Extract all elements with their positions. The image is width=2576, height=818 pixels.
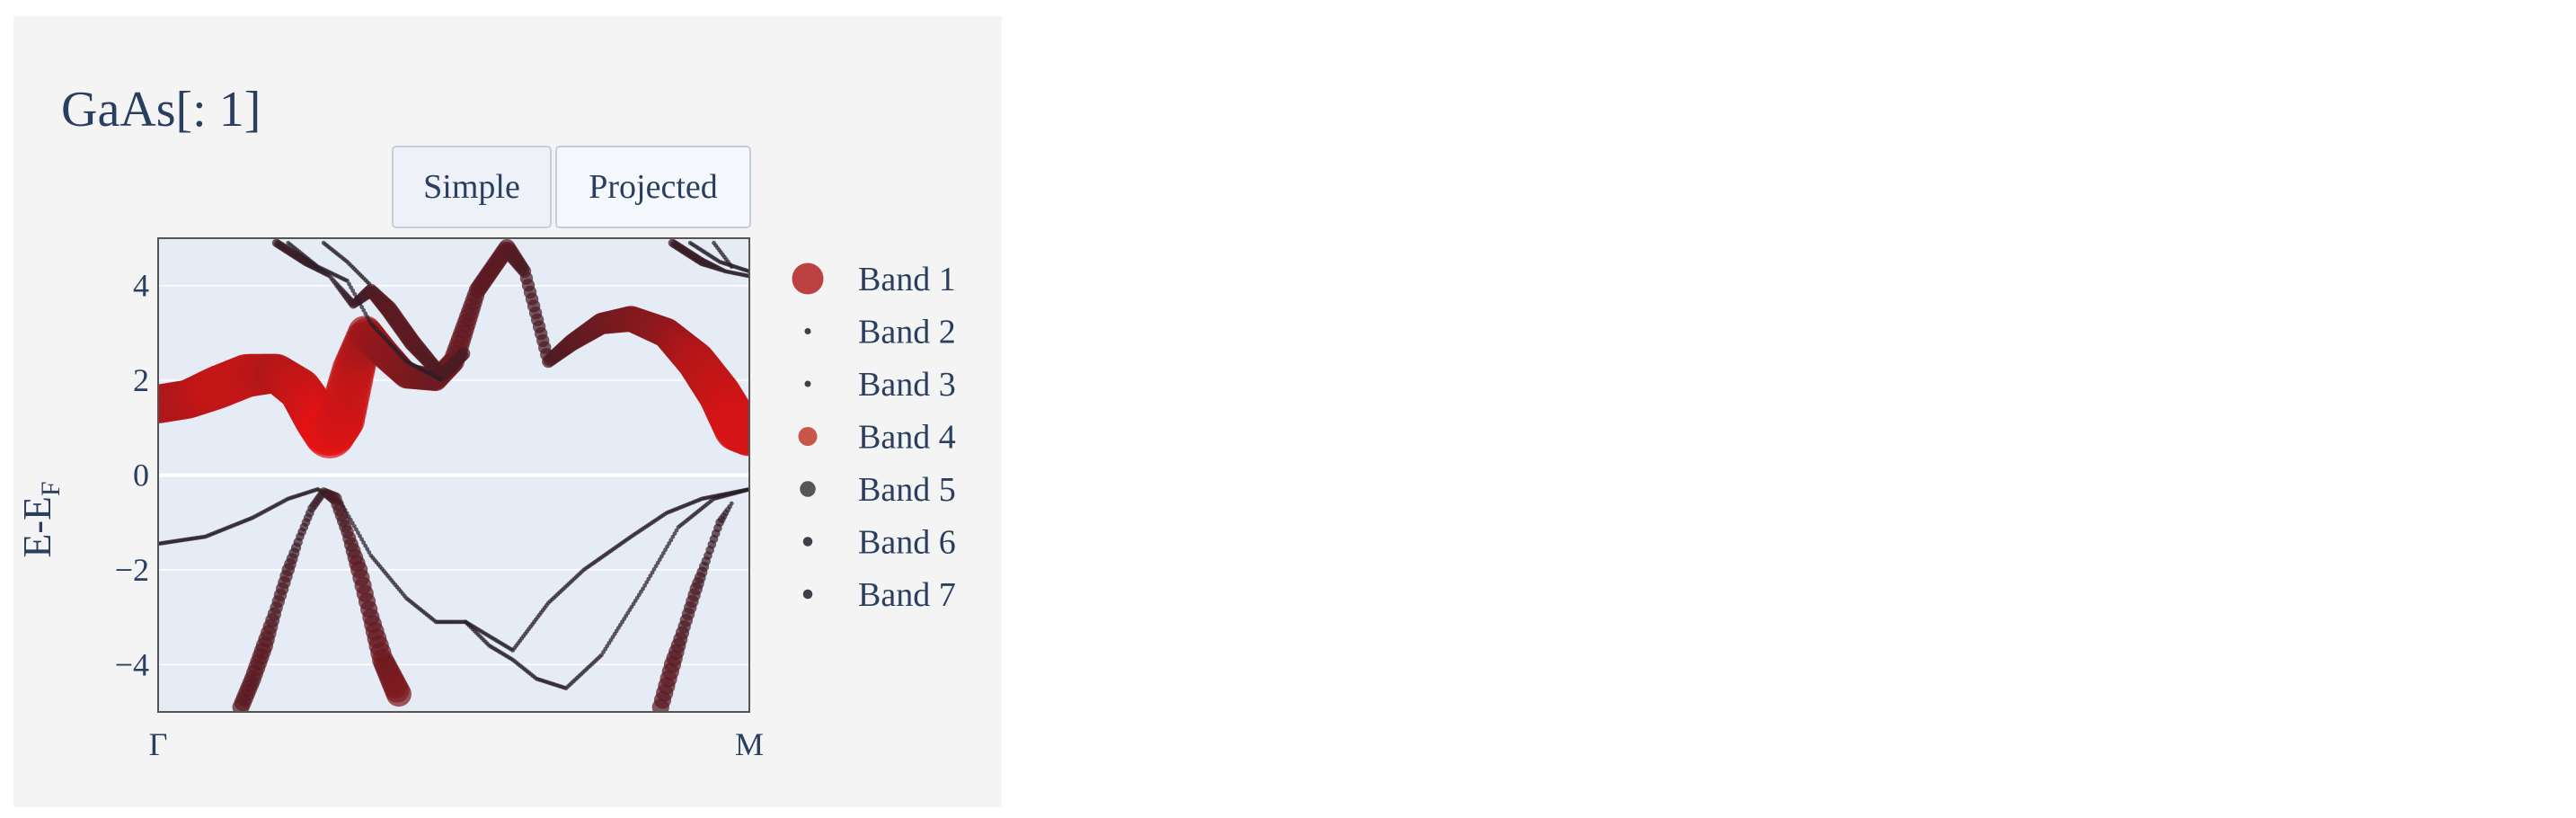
band-point [367,281,372,287]
y-axis-title: E-EF [15,481,66,557]
band-structure-chart: −4 −2 0 2 4 Γ M Band 1 Band 2 Band 3 Band 4 Band 5… [15,237,956,762]
y-axis-title-main: E-E [15,496,59,557]
legend-item-label: Band 7 [858,576,956,614]
legend-item-label: Band 4 [858,419,956,457]
x-tick-label: Γ [149,726,168,762]
plot-area [158,238,749,712]
legend-marker [798,427,818,446]
x-tick-label: M [735,726,764,762]
y-axis-title-subscript: F [36,481,66,496]
band-point [729,501,734,506]
legend-marker [802,537,813,547]
band-point [729,264,734,270]
legend-marker [804,380,811,387]
band-point [438,377,443,382]
y-tick-label: −4 [115,646,149,682]
legend-item-label: Band 1 [858,261,956,298]
legend-marker [792,262,824,295]
legend[interactable]: Band 1 Band 2 Band 3 Band 4 Band 5 Band 6 Band… [792,261,956,614]
y-tick-label: 2 [133,362,149,398]
y-tick-label: −2 [115,552,149,588]
legend-marker [802,589,813,600]
y-tick-label: 4 [133,268,149,304]
legend-item-label: Band 6 [858,524,956,562]
legend-marker [804,328,811,334]
band-point [456,347,471,360]
legend-item-label: Band 5 [858,471,956,509]
legend-item-label: Band 3 [858,366,956,404]
band-point [385,680,412,707]
legend-marker [800,481,816,497]
legend-item-label: Band 2 [858,314,956,351]
y-tick-label: 0 [133,458,149,493]
